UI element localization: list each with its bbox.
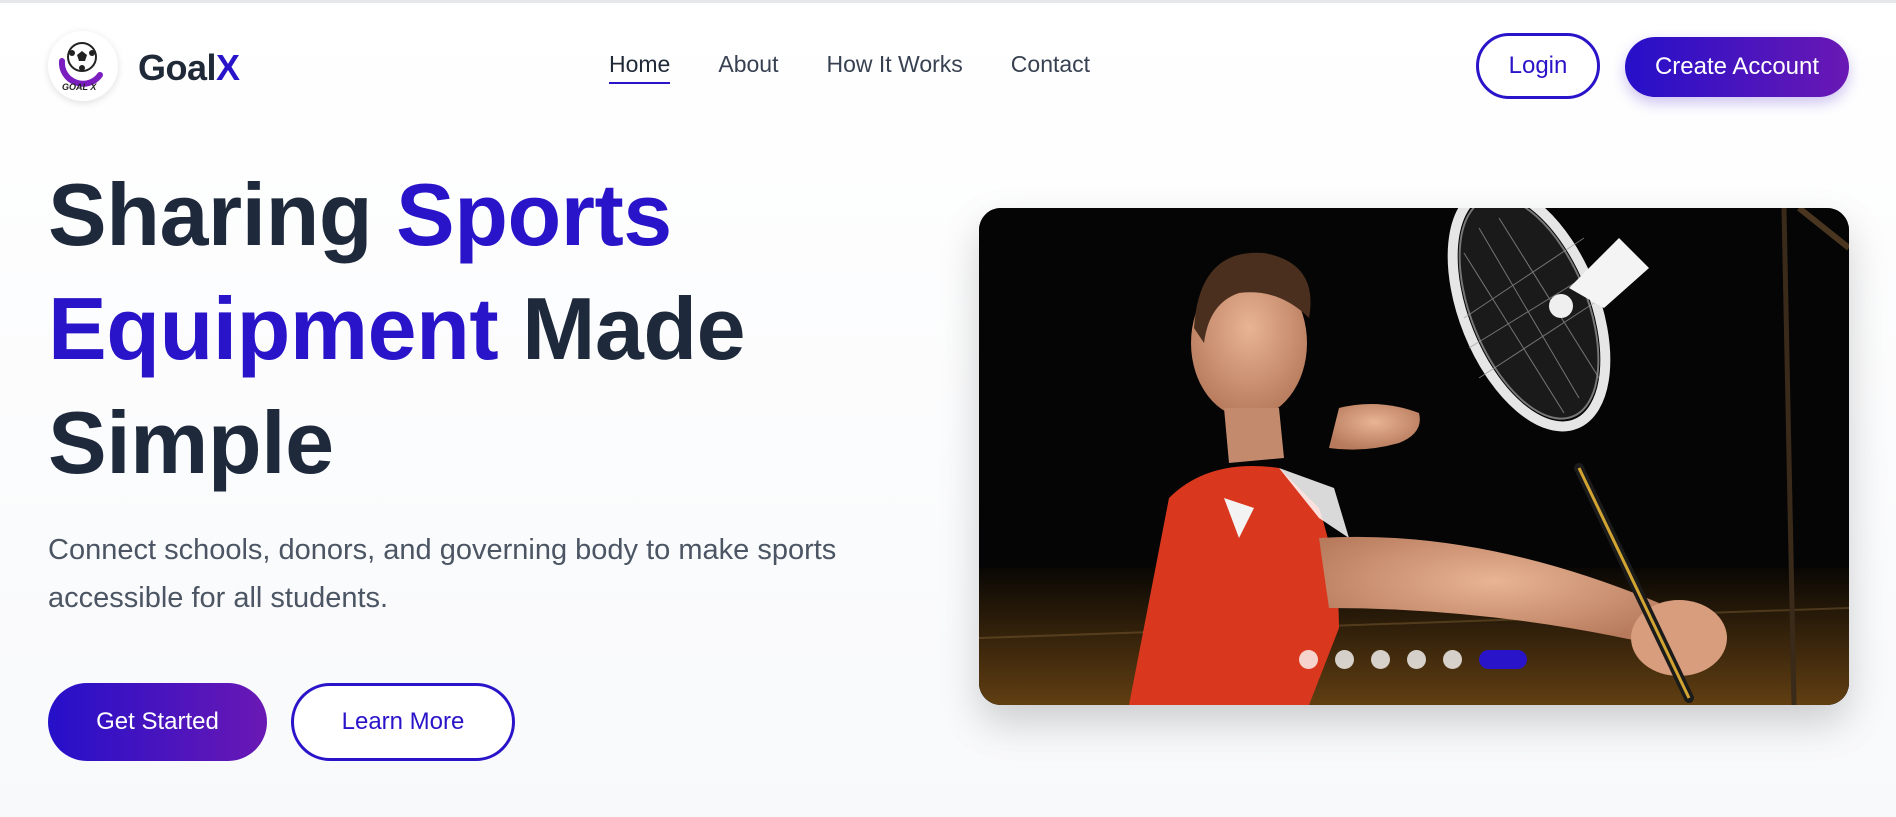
hero-title: Sharing Sports Equipment Made Simple xyxy=(48,158,746,500)
hero-subtitle: Connect schools, donors, and governing b… xyxy=(48,534,837,614)
login-button[interactable]: Login xyxy=(1476,33,1600,99)
carousel-dot-5[interactable] xyxy=(1443,650,1462,669)
brand-name-accent: X xyxy=(216,47,240,88)
carousel-dot-4[interactable] xyxy=(1407,650,1426,669)
nav-contact[interactable]: Contact xyxy=(1011,51,1090,84)
carousel-dot-6-active[interactable] xyxy=(1479,650,1527,669)
badminton-player-image xyxy=(979,208,1849,705)
hero-title-part1: Sharing xyxy=(48,165,397,264)
get-started-button[interactable]: Get Started xyxy=(48,683,267,761)
hero-title-highlight-sports: Sports xyxy=(396,165,672,264)
hero-title-part3: Simple xyxy=(48,393,334,492)
carousel-dot-2[interactable] xyxy=(1335,650,1354,669)
nav-home[interactable]: Home xyxy=(609,51,671,84)
hero-title-highlight-equipment: Equipment xyxy=(48,279,499,378)
main-nav: Home About How It Works Contact xyxy=(609,51,1090,84)
soccer-ball-logo-icon: GOAL X xyxy=(48,31,118,101)
learn-more-button[interactable]: Learn More xyxy=(291,683,515,761)
create-account-button[interactable]: Create Account xyxy=(1625,37,1849,97)
nav-how-it-works[interactable]: How It Works xyxy=(826,51,962,84)
goalx-logo[interactable]: GOAL X xyxy=(48,31,118,101)
logo-text: GOAL X xyxy=(62,82,97,92)
hero-image-carousel[interactable] xyxy=(979,208,1849,705)
hero-title-part2: Made xyxy=(498,279,746,378)
brand-name-main: Goal xyxy=(138,47,217,88)
carousel-dot-1[interactable] xyxy=(1299,650,1318,669)
nav-about[interactable]: About xyxy=(718,51,778,84)
site-header: GOAL X GoalX Home About How It Works Con… xyxy=(0,3,1896,123)
carousel-dot-3[interactable] xyxy=(1371,650,1390,669)
carousel-indicators xyxy=(1299,650,1527,669)
brand-name[interactable]: GoalX xyxy=(138,47,240,89)
